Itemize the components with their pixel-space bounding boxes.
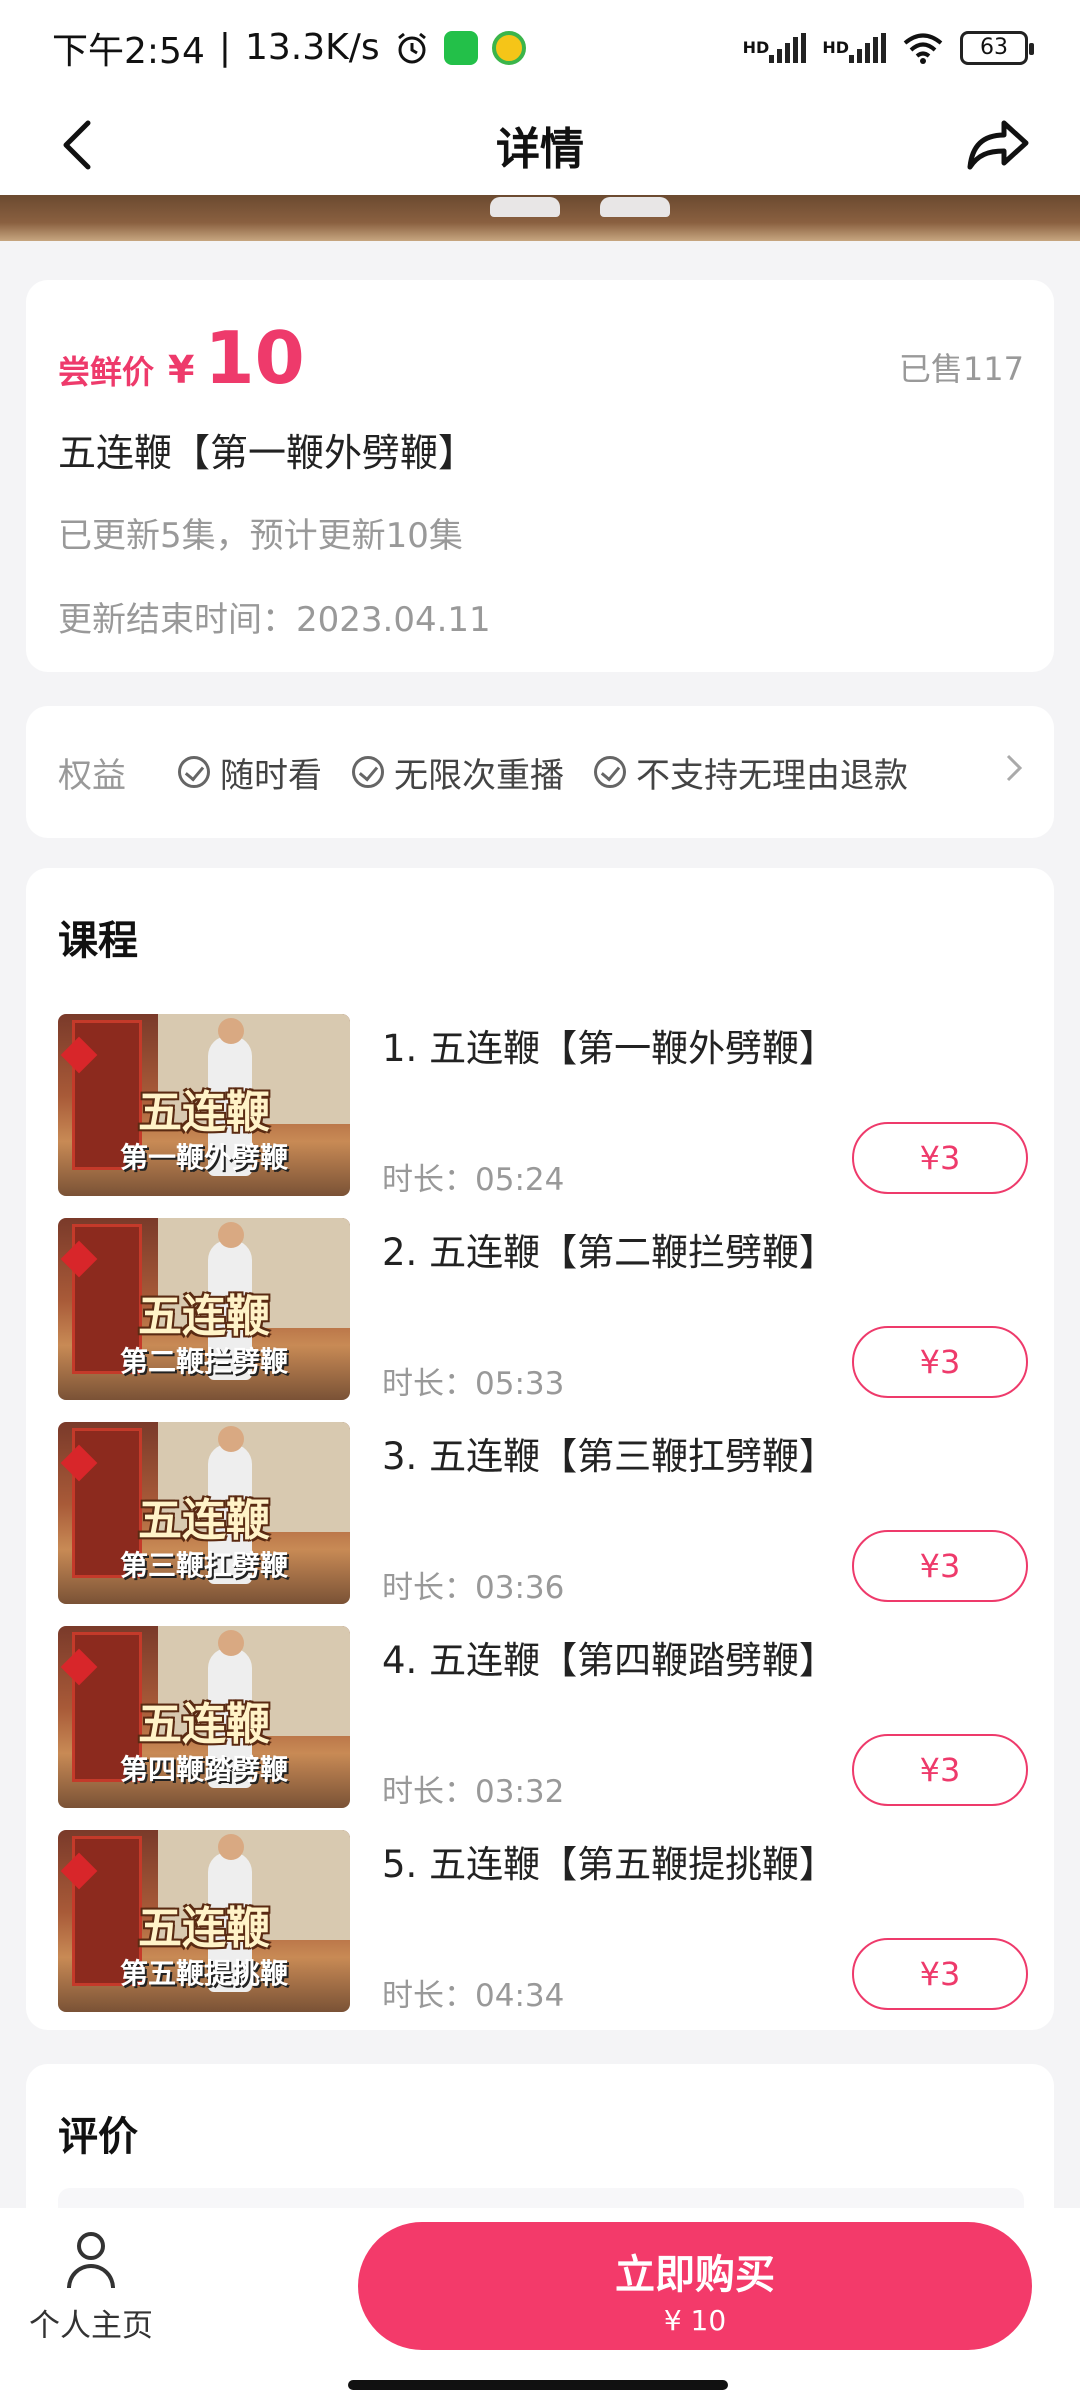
lesson-duration: 时长：04:34: [382, 1978, 565, 2014]
lesson-item[interactable]: 五连鞭 第二鞭拦劈鞭 2. 五连鞭【第二鞭拦劈鞭】 时长：05:33 ¥3: [58, 1218, 1028, 1402]
hd-label: HD: [742, 38, 770, 57]
thumbnail-subtitle: 第二鞭拦劈鞭: [119, 1345, 288, 1378]
status-divider: |: [218, 27, 231, 68]
thumbnail-title: 五连鞭: [138, 1699, 270, 1750]
wechat-icon: [443, 30, 478, 65]
lesson-item[interactable]: 五连鞭 第五鞭提挑鞭 5. 五连鞭【第五鞭提挑鞭】 时长：04:34 ¥3: [58, 1830, 1028, 2014]
check-circle-icon: [352, 756, 384, 788]
sold-count: 已售117: [898, 350, 1024, 388]
buy-now-price: ¥ 10: [663, 2304, 727, 2337]
thumbnail-subtitle: 第三鞭扛劈鞭: [119, 1549, 288, 1582]
thumbnail-title: 五连鞭: [138, 1087, 270, 1138]
thumbnail-title: 五连鞭: [138, 1903, 270, 1954]
update-end-time: 更新结束时间：2023.04.11: [58, 600, 491, 640]
price-label: 尝鲜价: [58, 353, 155, 391]
thumbnail-subtitle: 第一鞭外劈鞭: [119, 1141, 288, 1174]
right-item-refund: 不支持无理由退款: [594, 748, 908, 797]
status-network-speed: 13.3K/s: [244, 27, 380, 68]
lesson-price-button[interactable]: ¥3: [852, 1734, 1028, 1806]
lesson-price-button[interactable]: ¥3: [852, 1122, 1028, 1194]
app-notification-icon: [491, 30, 526, 65]
buy-now-label: 立即购买: [615, 2252, 775, 2298]
lesson-price-button[interactable]: ¥3: [852, 1938, 1028, 2010]
cover-image: [0, 195, 1080, 241]
right-item-replay: 无限次重播: [352, 748, 564, 797]
courses-section: 课程 五连鞭 第一鞭外劈鞭 1. 五连鞭【第一鞭外劈鞭】 时长：05:24 ¥3…: [26, 868, 1054, 2030]
lesson-title[interactable]: 4. 五连鞭【第四鞭踏劈鞭】: [382, 1630, 836, 1684]
lesson-duration: 时长：05:24: [382, 1162, 565, 1198]
section-title-reviews: 评价: [58, 2114, 138, 2160]
section-title-courses: 课程: [58, 918, 138, 964]
back-arrow-icon[interactable]: [50, 113, 110, 177]
hd-label-2: HD: [822, 38, 849, 57]
right-item-label: 随时看: [220, 755, 322, 796]
update-info: 已更新5集，预计更新10集: [58, 516, 463, 556]
thumbnail-subtitle: 第五鞭提挑鞭: [119, 1957, 288, 1990]
lesson-title[interactable]: 1. 五连鞭【第一鞭外劈鞭】: [382, 1018, 836, 1072]
price-row: 尝鲜价 ¥ 10: [58, 316, 305, 400]
battery-level: 63: [980, 35, 1008, 60]
product-info-card: 尝鲜价 ¥ 10 已售117 五连鞭【第一鞭外劈鞭】 已更新5集，预计更新10集…: [26, 280, 1054, 672]
alarm-icon: [394, 30, 430, 66]
thumbnail-subtitle: 第四鞭踏劈鞭: [119, 1753, 288, 1786]
check-circle-icon: [178, 756, 210, 788]
buy-now-button[interactable]: 立即购买 ¥ 10: [358, 2222, 1032, 2350]
person-icon: [65, 2232, 117, 2290]
thumbnail-title: 五连鞭: [138, 1495, 270, 1546]
thumbnail-title: 五连鞭: [138, 1291, 270, 1342]
signal-icon-2: HD: [822, 32, 886, 63]
lesson-item[interactable]: 五连鞭 第一鞭外劈鞭 1. 五连鞭【第一鞭外劈鞭】 时长：05:24 ¥3: [58, 1014, 1028, 1198]
right-item-anytime: 随时看: [178, 748, 322, 797]
check-circle-icon: [594, 756, 626, 788]
lesson-title[interactable]: 2. 五连鞭【第二鞭拦劈鞭】: [382, 1222, 836, 1276]
price-currency: ¥: [168, 348, 195, 392]
rights-row[interactable]: 权益 随时看 无限次重播 不支持无理由退款: [26, 706, 1054, 838]
lesson-title[interactable]: 5. 五连鞭【第五鞭提挑鞭】: [382, 1834, 836, 1888]
page-title: 详情: [496, 124, 584, 175]
bottom-action-bar: 个人主页 立即购买 ¥ 10: [0, 2208, 1080, 2400]
lesson-thumbnail[interactable]: 五连鞭 第五鞭提挑鞭: [58, 1830, 350, 2012]
right-item-label: 不支持无理由退款: [636, 755, 908, 796]
lesson-price-button[interactable]: ¥3: [852, 1326, 1028, 1398]
lesson-title[interactable]: 3. 五连鞭【第三鞭扛劈鞭】: [382, 1426, 836, 1480]
lesson-item[interactable]: 五连鞭 第四鞭踏劈鞭 4. 五连鞭【第四鞭踏劈鞭】 时长：03:32 ¥3: [58, 1626, 1028, 1810]
lesson-item[interactable]: 五连鞭 第三鞭扛劈鞭 3. 五连鞭【第三鞭扛劈鞭】 时长：03:36 ¥3: [58, 1422, 1028, 1606]
right-item-label: 无限次重播: [394, 755, 564, 796]
lesson-thumbnail[interactable]: 五连鞭 第三鞭扛劈鞭: [58, 1422, 350, 1604]
share-icon[interactable]: [966, 117, 1030, 173]
lesson-duration: 时长：05:33: [382, 1366, 565, 1402]
lesson-thumbnail[interactable]: 五连鞭 第二鞭拦劈鞭: [58, 1218, 350, 1400]
chevron-right-icon[interactable]: [1004, 750, 1024, 795]
lesson-duration: 时长：03:32: [382, 1774, 565, 1810]
battery-icon: 63: [960, 30, 1034, 65]
lesson-thumbnail[interactable]: 五连鞭 第四鞭踏劈鞭: [58, 1626, 350, 1808]
price-value: 10: [204, 316, 305, 400]
lesson-price-button[interactable]: ¥3: [852, 1530, 1028, 1602]
status-time: 下午2:54: [52, 30, 205, 72]
lesson-duration: 时长：03:36: [382, 1570, 565, 1606]
status-bar: 下午2:54 | 13.3K/s HD HD 63: [0, 0, 1080, 95]
profile-button[interactable]: 个人主页: [26, 2232, 156, 2345]
rights-label: 权益: [58, 755, 126, 796]
profile-label: 个人主页: [29, 2308, 153, 2344]
course-title: 五连鞭【第一鞭外劈鞭】: [58, 431, 477, 475]
wifi-icon: [902, 32, 944, 64]
lesson-thumbnail[interactable]: 五连鞭 第一鞭外劈鞭: [58, 1014, 350, 1196]
top-nav-bar: 详情: [0, 95, 1080, 195]
home-indicator[interactable]: [348, 2380, 728, 2390]
signal-icon: HD: [742, 32, 807, 63]
